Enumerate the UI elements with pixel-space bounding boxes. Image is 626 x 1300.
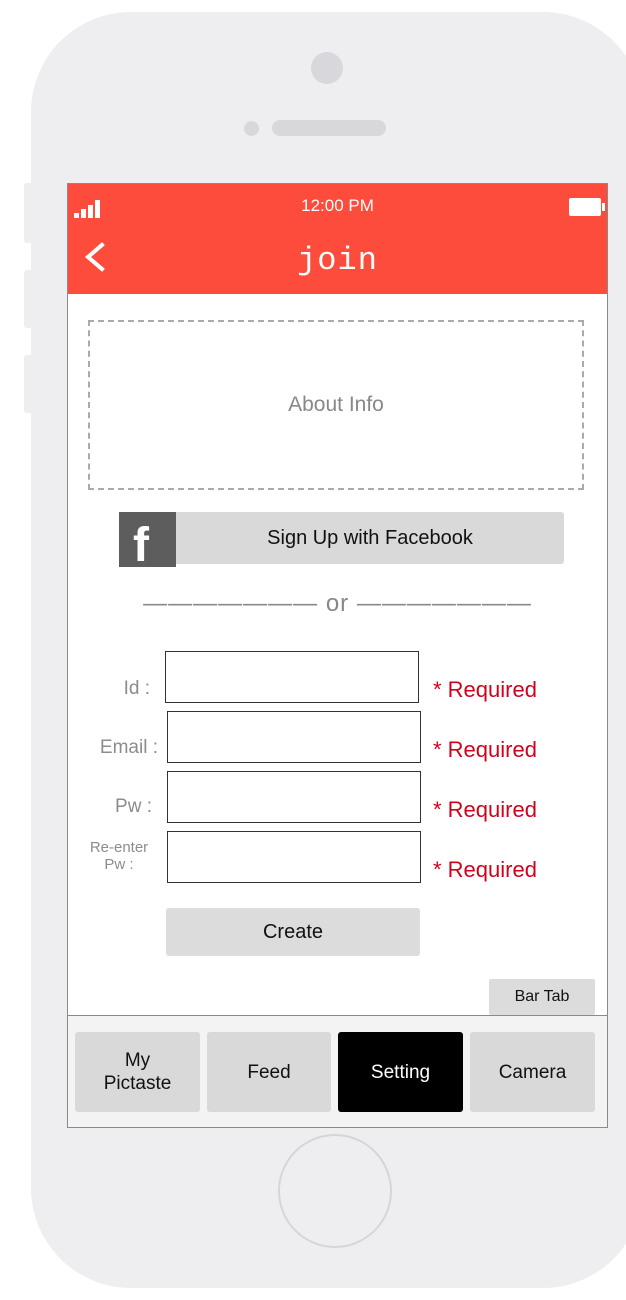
reenter-password-required-note: * Required [433,857,537,882]
mute-switch [24,183,33,243]
id-field[interactable] [165,651,419,703]
reenter-password-label-line2: Pw : [104,856,134,873]
password-required-note: * Required [433,797,537,822]
create-button[interactable]: Create [166,908,420,956]
status-time: 12:00 PM [301,196,374,215]
tab-camera[interactable]: Camera [470,1032,595,1112]
facebook-signup-label: Sign Up with Facebook [267,527,473,549]
email-label: Email : [99,737,158,758]
tab-setting[interactable]: Setting [338,1032,463,1112]
facebook-icon: f [119,512,176,572]
earpiece-speaker [272,120,386,136]
id-label: Id : [123,678,150,699]
or-divider: ——————— or ——————— [143,590,532,617]
tab-feed-label: Feed [247,1061,291,1083]
facebook-signup-button[interactable]: f Sign Up with Facebook [119,512,564,572]
app-header: 12:00 PM join [68,184,607,294]
about-info-box: About Info [88,320,584,490]
front-camera [311,52,343,84]
proximity-sensor [244,121,259,136]
email-field[interactable] [167,711,421,763]
password-field[interactable] [167,771,421,823]
volume-down-button [24,355,33,413]
tab-my-pictaste[interactable]: My Pictaste [75,1032,200,1112]
about-info-text: About Info [288,393,384,416]
page-title: join [297,242,378,279]
home-button[interactable] [278,1134,392,1248]
app-screen: 12:00 PM join About Info f Sign Up with … [67,183,608,1128]
bottom-tab-bar: My Pictaste Feed Setting Camera [68,1015,607,1127]
bar-tab-label: Bar Tab [489,979,595,1015]
reenter-password-label-line1: Re-enter [89,839,149,856]
tab-setting-label: Setting [370,1061,431,1083]
tab-camera-label: Camera [498,1061,567,1083]
tab-my-pictaste-label-line1: My [124,1050,151,1071]
id-required-note: * Required [433,677,537,702]
battery-icon [569,198,605,216]
reenter-password-label: Re-enter Pw : [78,839,160,873]
tab-feed[interactable]: Feed [207,1032,331,1112]
email-required-note: * Required [433,737,537,762]
tab-my-pictaste-label-line2: Pictaste [103,1073,172,1094]
reenter-password-field[interactable] [167,831,421,883]
password-label: Pw : [115,796,152,817]
volume-up-button [24,270,33,328]
